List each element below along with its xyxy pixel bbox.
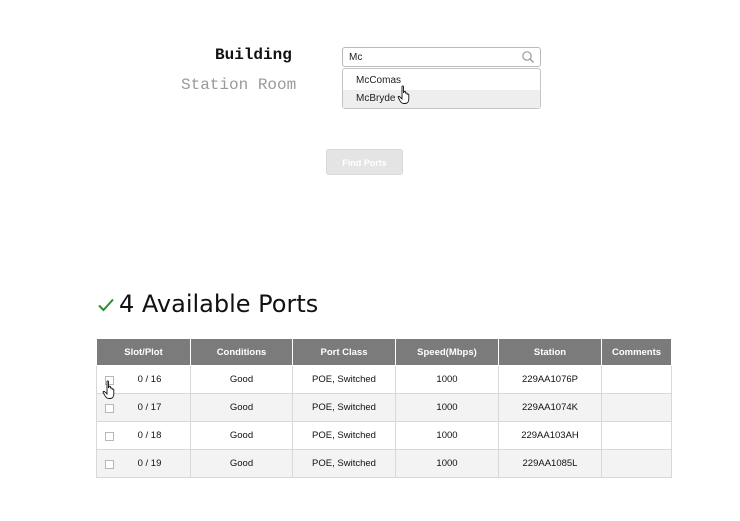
- building-label: Building: [215, 46, 292, 64]
- station-cell: 229AA103AH: [498, 421, 602, 450]
- column-header-comments[interactable]: Comments: [601, 338, 672, 366]
- column-header-slot[interactable]: Slot/Plot: [96, 338, 191, 366]
- condition-cell: Good: [190, 449, 293, 478]
- comments-cell: [601, 393, 672, 422]
- suggestion-item-mccomas[interactable]: McComas: [343, 72, 540, 90]
- search-input-value[interactable]: Mc: [349, 52, 362, 63]
- available-ports-title: 4 Available Ports: [119, 290, 319, 318]
- hand-cursor-icon: [397, 85, 410, 104]
- building-suggestions-dropdown: McComas McBryde: [342, 68, 541, 109]
- port-class-cell: POE, Switched: [292, 421, 396, 450]
- port-class-cell: POE, Switched: [292, 393, 396, 422]
- suggestion-item-mcbryde[interactable]: McBryde: [343, 90, 540, 108]
- row-checkbox[interactable]: [105, 460, 114, 469]
- column-header-conditions[interactable]: Conditions: [190, 338, 293, 366]
- slot-value: 0 / 19: [137, 458, 162, 469]
- slot-cell: 0 / 18: [96, 421, 191, 450]
- slot-value: 0 / 18: [137, 430, 162, 441]
- speed-cell: 1000: [395, 365, 499, 394]
- comments-cell: [601, 421, 672, 450]
- row-checkbox[interactable]: [105, 432, 114, 441]
- table-row: 0 / 18 Good POE, Switched 1000 229AA103A…: [96, 421, 672, 450]
- table-row: 0 / 19 Good POE, Switched 1000 229AA1085…: [96, 449, 672, 478]
- speed-cell: 1000: [395, 393, 499, 422]
- column-header-speed[interactable]: Speed(Mbps): [395, 338, 499, 366]
- table-row: 0 / 16 Good POE, Switched 1000 229AA1076…: [96, 365, 672, 394]
- port-class-cell: POE, Switched: [292, 449, 396, 478]
- condition-cell: Good: [190, 365, 293, 394]
- port-class-cell: POE, Switched: [292, 365, 396, 394]
- row-checkbox[interactable]: [105, 404, 114, 413]
- table-header-row: Slot/Plot Conditions Port Class Speed(Mb…: [96, 338, 672, 366]
- ports-table: Slot/Plot Conditions Port Class Speed(Mb…: [96, 338, 672, 478]
- column-header-port-class[interactable]: Port Class: [292, 338, 396, 366]
- slot-cell: 0 / 19: [96, 449, 191, 478]
- station-cell: 229AA1085L: [498, 449, 602, 478]
- comments-cell: [601, 365, 672, 394]
- station-cell: 229AA1074K: [498, 393, 602, 422]
- speed-cell: 1000: [395, 449, 499, 478]
- hand-cursor-icon: [102, 380, 115, 399]
- table-row: 0 / 17 Good POE, Switched 1000 229AA1074…: [96, 393, 672, 422]
- building-search-input[interactable]: Mc: [342, 47, 541, 67]
- column-header-station[interactable]: Station: [498, 338, 602, 366]
- speed-cell: 1000: [395, 421, 499, 450]
- station-cell: 229AA1076P: [498, 365, 602, 394]
- find-ports-button[interactable]: Find Ports: [326, 149, 403, 175]
- comments-cell: [601, 449, 672, 478]
- slot-value: 0 / 16: [137, 374, 162, 385]
- slot-value: 0 / 17: [137, 402, 162, 413]
- condition-cell: Good: [190, 421, 293, 450]
- condition-cell: Good: [190, 393, 293, 422]
- check-icon: [98, 298, 114, 312]
- station-room-label: Station Room: [181, 76, 297, 94]
- search-icon[interactable]: [521, 50, 535, 64]
